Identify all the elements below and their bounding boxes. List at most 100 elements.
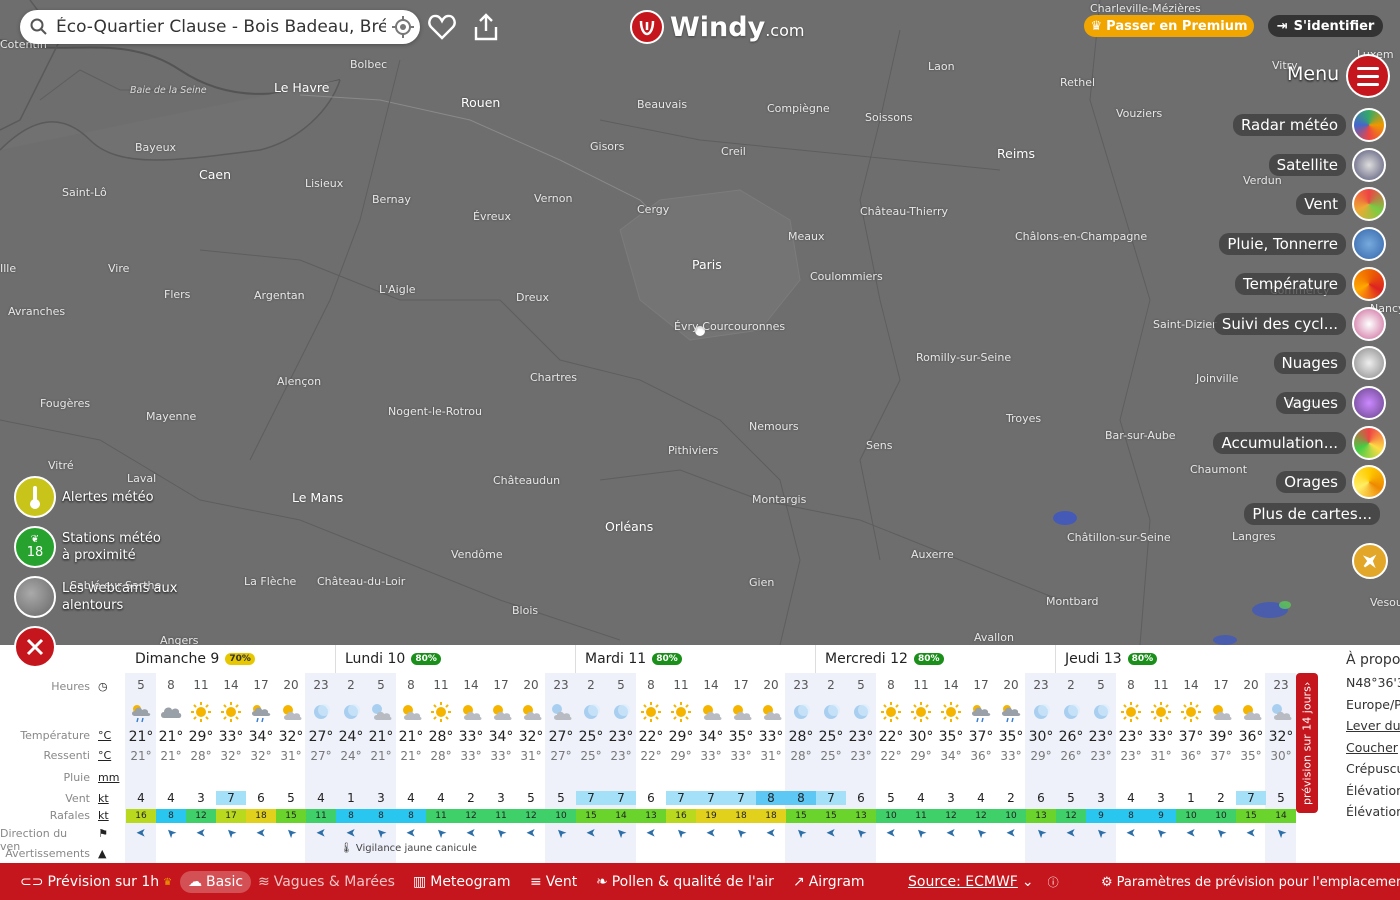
waves-tides-tab[interactable]: ≋ Vagues & Marées — [258, 871, 395, 893]
forecast-temp: 25° — [578, 729, 604, 745]
forecast-feel: 33° — [730, 749, 752, 763]
location-info-line[interactable]: Lever du — [1346, 718, 1400, 733]
weather-alerts[interactable]: Alertes météo — [14, 476, 154, 518]
day-header[interactable]: Mercredi 12 80% — [825, 649, 944, 669]
share-icon[interactable] — [469, 10, 503, 44]
forecast-temp: 32° — [278, 729, 304, 745]
weather-map[interactable]: Cotentin Bolbec Le Havre Rouen Beauvais Compi… — [0, 0, 1400, 645]
map-city-label: Romilly-sur-Seine — [916, 351, 1012, 364]
map-city-label: Langres — [1232, 530, 1276, 543]
windy-logo[interactable]: Windy.com — [630, 10, 804, 44]
day-name: Mercredi 12 — [825, 651, 908, 667]
day-header[interactable]: Jeudi 13 80% — [1065, 649, 1158, 669]
layer-item[interactable]: Température — [1234, 266, 1386, 301]
row-label-gust: Rafales kt — [49, 809, 109, 822]
map-city-label: Évry-Courcouronnes — [674, 320, 786, 333]
layer-item[interactable]: Vent — [1296, 187, 1386, 222]
probability-badge: 80% — [913, 653, 944, 665]
layer-thumb-icon — [1352, 147, 1386, 182]
layer-item[interactable]: Orages — [1276, 465, 1386, 500]
forecast-hour: 2 — [1067, 678, 1075, 692]
wind-tab[interactable]: ≡ Vent — [530, 871, 577, 893]
weather-sun-icon — [876, 700, 906, 724]
day-header[interactable]: Mardi 11 80% — [585, 649, 682, 669]
forecast-hour: 23 — [1273, 678, 1289, 692]
search-bar[interactable] — [20, 10, 420, 44]
forecast-temp: 30° — [908, 729, 934, 745]
layer-item[interactable]: Satellite — [1268, 147, 1386, 182]
forecast-wind: 7 — [606, 791, 636, 805]
wind-direction-arrow-icon: ➤ — [255, 826, 267, 840]
login-button[interactable]: ⇥ S'identifier — [1268, 15, 1383, 37]
map-city-label: Rouen — [461, 95, 501, 110]
wind-direction-arrow-icon: ➤ — [1065, 826, 1077, 840]
forecast-gust: 18 — [246, 809, 276, 823]
layer-item[interactable]: Pluie, Tonnerre — [1219, 227, 1386, 262]
forecast-gust: 10 — [1176, 809, 1206, 823]
forecast-feel: 23° — [610, 749, 632, 763]
nearby-webcams[interactable]: Les webcams aux alentours — [14, 576, 182, 618]
forecast-14-days-tab[interactable]: prévision sur 14 jours › — [1296, 673, 1318, 813]
forecast-feel: 23° — [1120, 749, 1142, 763]
forecast-hour: 20 — [523, 678, 539, 692]
forecast-feel: 31° — [280, 749, 302, 763]
airport-plane-icon[interactable] — [1352, 543, 1388, 579]
forecast-gust: 19 — [696, 809, 726, 823]
premium-button[interactable]: ♛ Passer en Premium — [1084, 15, 1254, 37]
forecast-1h-button[interactable]: ⊂⊃ Prévision sur 1h ♛ — [20, 871, 172, 893]
source-select[interactable]: Source: ECMWF ⌄ ⓘ — [908, 871, 1059, 893]
weather-moon-icon — [786, 700, 816, 724]
forecast-wind: 7 — [216, 791, 246, 805]
pollen-air-tab[interactable]: ❧ Pollen & qualité de l'air — [596, 871, 774, 893]
location-info-line[interactable]: Coucher — [1346, 740, 1398, 755]
weather-sun-cloud-icon — [756, 700, 786, 724]
favorite-heart-icon[interactable] — [425, 10, 459, 44]
forecast-temp: 32° — [1268, 729, 1294, 745]
forecast-hour: 14 — [703, 678, 719, 692]
forecast-hour: 23 — [313, 678, 329, 692]
wind-direction-arrow-icon: ➤ — [1185, 826, 1197, 840]
forecast-wind: 2 — [1007, 791, 1015, 805]
nearby-stations[interactable]: ❦ 18 Stations météo à proximité — [14, 526, 172, 568]
warning-icon: ▲ — [98, 847, 107, 860]
layer-item[interactable]: Plus de cartes... — [1244, 497, 1380, 531]
forecast-feel: 33° — [490, 749, 512, 763]
locate-icon[interactable] — [392, 16, 414, 38]
forecast-temp: 37° — [1178, 729, 1204, 745]
day-header[interactable]: Lundi 10 80% — [345, 649, 441, 669]
layer-item[interactable]: Radar météo — [1232, 108, 1386, 142]
meteogram-icon: ▥ — [413, 874, 427, 890]
hamburger-menu-button[interactable] — [1346, 54, 1390, 98]
weather-sun-cloud-icon — [726, 700, 756, 724]
layer-item[interactable]: Vagues — [1275, 385, 1386, 420]
map-city-label: Avranches — [8, 305, 66, 318]
forecast-temp: 33° — [458, 729, 484, 745]
forecast-hour: 5 — [617, 678, 625, 692]
capsule-icon: ⊂⊃ — [20, 874, 44, 890]
close-forecast-button[interactable] — [14, 626, 56, 668]
day-header[interactable]: Dimanche 9 70% — [135, 649, 255, 669]
map-city-label: Creil — [721, 145, 746, 158]
forecast-feel: 22° — [640, 749, 662, 763]
weather-sun-icon — [216, 700, 246, 724]
forecast-gust: 8 — [336, 809, 366, 823]
airgram-tab[interactable]: ↗ Airgram — [793, 871, 865, 893]
heat-alert[interactable]: 🌡 Vigilance jaune canicule — [340, 843, 477, 854]
layer-item[interactable]: Suivi des cycl... — [1213, 306, 1386, 341]
map-city-label: Vernon — [534, 192, 573, 205]
layer-item[interactable]: Accumulation... — [1213, 425, 1386, 460]
forecast-gust: 8 — [1116, 809, 1146, 823]
forecast-hour: 14 — [463, 678, 479, 692]
search-input[interactable] — [50, 17, 392, 37]
map-city-label: Coulommiers — [810, 270, 883, 283]
bottom-toolbar: ⊂⊃ Prévision sur 1h ♛ ☁ Basic ≋ Vagues & Mar… — [0, 863, 1400, 900]
weather-sun-cloud-icon — [696, 700, 726, 724]
forecast-temp: 33° — [1148, 729, 1174, 745]
probability-badge: 80% — [652, 653, 682, 665]
meteogram-tab[interactable]: ▥ Meteogram — [413, 871, 510, 893]
basic-tab[interactable]: ☁ Basic — [180, 871, 252, 893]
wind-direction-arrow-icon: ➤ — [405, 826, 417, 840]
layer-thumb-icon — [1352, 187, 1386, 222]
layer-item[interactable]: Nuages — [1273, 346, 1386, 381]
location-settings-button[interactable]: ⚙ Paramètres de prévision pour l'emplacem… — [1101, 871, 1400, 893]
